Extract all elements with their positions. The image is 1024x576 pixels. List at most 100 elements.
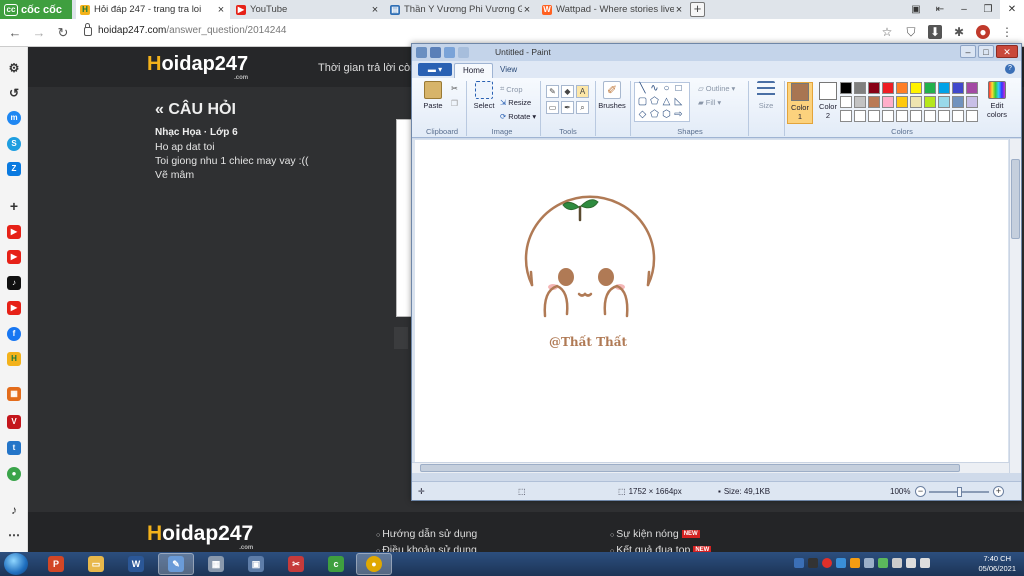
taskbar-coccoc[interactable]: c [318,553,354,575]
messenger-icon[interactable]: m [7,111,21,125]
file-menu-button[interactable]: ▬ ▾ [418,63,452,76]
forward-arrow-icon[interactable]: → [30,24,48,42]
redo-icon[interactable] [458,47,469,58]
extensions-icon[interactable]: ✱ [952,25,966,39]
profile-avatar-icon[interactable]: ● [976,25,990,39]
url-field[interactable]: hoidap247.com/answer_question/2014244 [84,23,286,36]
palette-color-swatch[interactable] [854,96,866,108]
palette-color-swatch[interactable] [938,96,950,108]
back-arrow-icon[interactable]: ← [6,24,24,42]
palette-color-swatch[interactable] [868,82,880,94]
answer-editor[interactable] [396,119,412,317]
text-icon[interactable]: A [576,85,589,98]
oval-shape-icon[interactable]: ○ [661,84,672,95]
tab-home[interactable]: Home [454,63,494,78]
brushes-button[interactable]: ✐ Brushes [598,81,626,121]
diamond-shape-icon[interactable]: ◇ [637,110,648,121]
shield-icon[interactable]: ⛉ [904,25,918,39]
taskbar-clock[interactable]: 7:40 CH 05/06/2021 [978,554,1016,574]
menu-icon[interactable]: ⋮ [1000,25,1014,39]
paste-button[interactable]: Paste [420,81,446,121]
rounded-rectangle-shape-icon[interactable]: ▢ [637,97,648,108]
restore-icon[interactable]: ❐ [976,0,1000,19]
bluetooth-icon[interactable] [836,558,846,568]
palette-color-swatch[interactable] [952,110,964,122]
triangle-shape-icon[interactable]: △ [661,97,672,108]
palette-color-swatch[interactable] [840,82,852,94]
zoom-slider-knob[interactable] [957,487,962,497]
reload-icon[interactable]: ↻ [54,24,72,42]
shapes-gallery[interactable]: ╲ ∿ ○ □ ▢ ⬠ △ ◺ ◇ ⬠ ⬡ ⇨ [634,82,690,122]
palette-color-swatch[interactable] [840,96,852,108]
zalo-icon[interactable]: Z [7,162,21,176]
horizontal-scrollbar[interactable] [412,462,1009,473]
more-icon[interactable]: ⋯ [7,528,21,542]
pentagon-shape-icon[interactable]: ⬠ [649,110,660,121]
palette-color-swatch[interactable] [868,110,880,122]
network-signal-icon[interactable] [906,558,916,568]
close-window-icon[interactable]: ✕ [1000,0,1024,19]
youtube-icon[interactable]: ▶ [7,250,21,264]
back-history-icon[interactable]: ⇤ [928,0,952,19]
outline-button[interactable]: ▱ Outline ▾ [698,84,735,93]
help-icon[interactable]: ? [1005,64,1015,74]
taskbar-calculator[interactable]: ▦ [198,553,234,575]
vtv-icon[interactable]: V [7,415,21,429]
rotate-button[interactable]: ⟳ Rotate ▾ [500,112,536,121]
minimize-icon[interactable]: – [960,45,976,58]
settings-gear-icon[interactable]: ⚙ [7,61,21,75]
footer-link-events[interactable]: Sự kiện nóngNEW [610,528,700,540]
coccoc-menu-button[interactable]: cc cốc cốc [0,0,72,19]
palette-color-swatch[interactable] [966,110,978,122]
palette-color-swatch[interactable] [868,96,880,108]
skype-icon[interactable]: S [7,137,21,151]
palette-color-swatch[interactable] [938,110,950,122]
palette-color-swatch[interactable] [910,110,922,122]
palette-color-swatch[interactable] [896,96,908,108]
zoom-in-button[interactable]: + [993,486,1004,497]
volume-icon[interactable] [920,558,930,568]
copy-icon[interactable]: ❐ [448,98,461,111]
palette-color-swatch[interactable] [938,82,950,94]
tiktok-icon[interactable]: ♪ [7,276,21,290]
size-button[interactable]: Size [752,81,780,121]
palette-color-swatch[interactable] [924,96,936,108]
security-icon[interactable] [850,558,860,568]
color-picker-icon[interactable]: ✒ [561,101,574,114]
history-icon[interactable]: ↺ [7,86,21,100]
paint-canvas[interactable]: @Thất Thất [415,140,1008,470]
zoom-slider[interactable] [929,487,989,497]
line-shape-icon[interactable]: ╲ [637,84,648,95]
palette-color-swatch[interactable] [966,82,978,94]
palette-color-swatch[interactable] [854,110,866,122]
palette-color-swatch[interactable] [924,82,936,94]
download-icon[interactable]: ⬇ [928,25,942,39]
palette-color-swatch[interactable] [952,96,964,108]
usb-icon[interactable] [864,558,874,568]
palette-color-swatch[interactable] [882,82,894,94]
game-icon[interactable]: ● [7,467,21,481]
curve-shape-icon[interactable]: ∿ [649,84,660,95]
taskbar-powerpoint[interactable]: P [38,553,74,575]
close-icon[interactable]: × [216,4,226,16]
tab-view[interactable]: View [492,63,525,78]
hoidap-h-icon[interactable]: H [7,352,21,366]
right-triangle-shape-icon[interactable]: ◺ [673,97,684,108]
color2-selector[interactable]: Color 2 [815,82,841,124]
resize-button[interactable]: ⇲ Resize [500,98,531,107]
select-button[interactable]: Select [470,81,498,121]
save-icon[interactable] [430,47,441,58]
taskbar-chrome[interactable]: ● [356,553,392,575]
question-subject[interactable]: Nhạc Họa · Lớp 6 [155,127,238,138]
fill-bucket-icon[interactable]: ◆ [561,85,574,98]
eraser-icon[interactable]: ▭ [546,101,559,114]
close-window-icon[interactable]: ✕ [996,45,1018,58]
magnifier-icon[interactable]: ⌕ [576,101,589,114]
youtube-icon[interactable]: ▶ [7,301,21,315]
screenshot-icon[interactable]: ▣ [904,0,928,19]
zoom-out-button[interactable]: − [915,486,926,497]
polygon-shape-icon[interactable]: ⬠ [649,97,660,108]
vertical-scrollbar[interactable] [1009,139,1021,473]
minimize-icon[interactable]: – [952,0,976,19]
cut-icon[interactable]: ✂ [448,83,461,96]
